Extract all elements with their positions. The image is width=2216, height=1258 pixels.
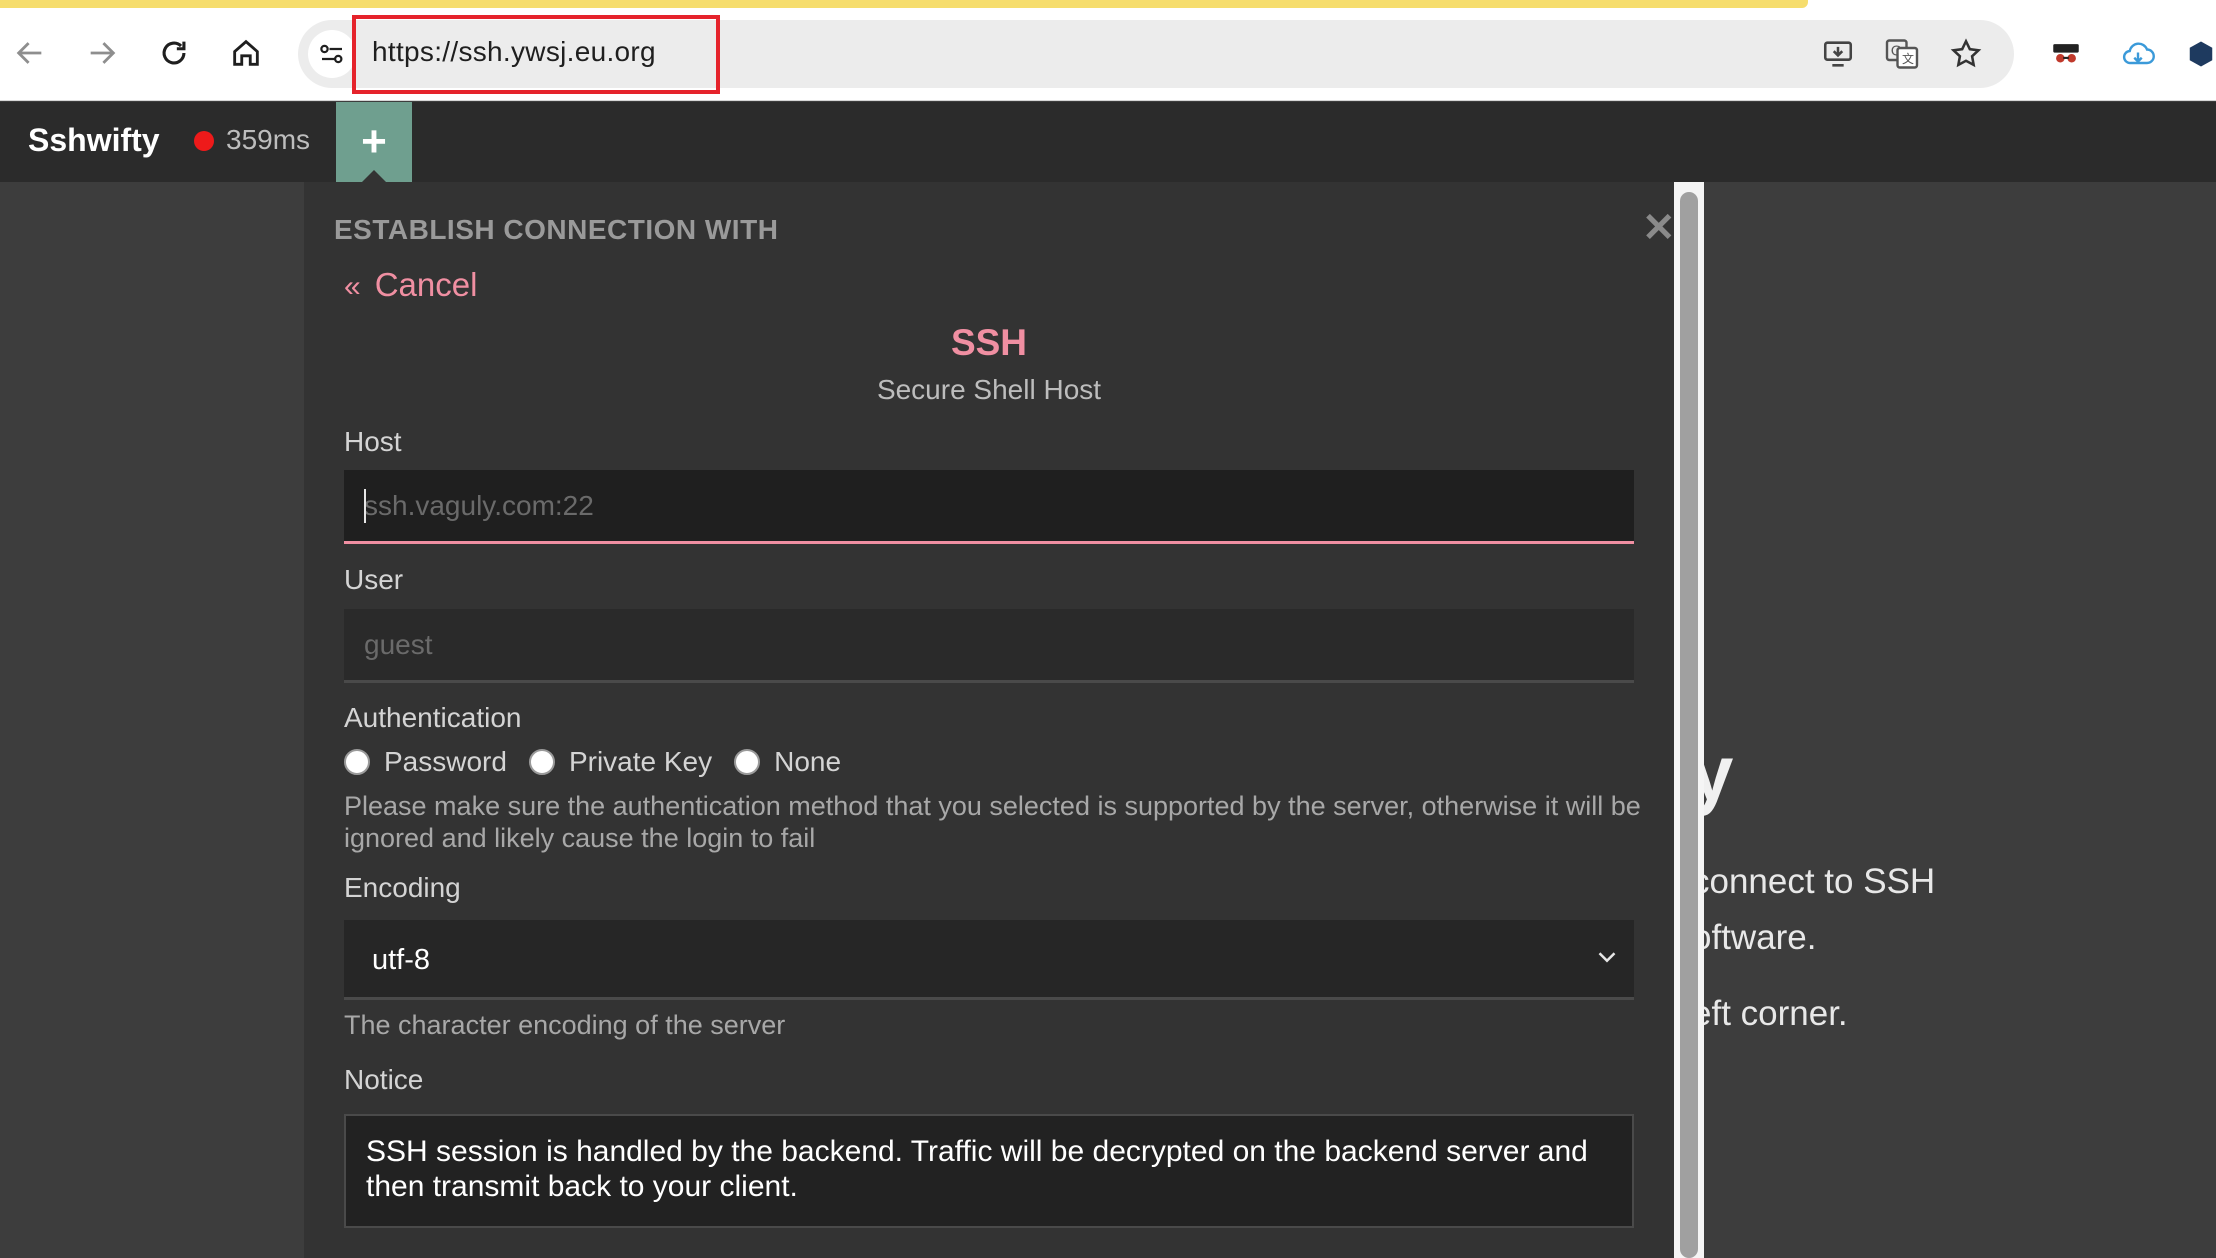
radio-label: None: [774, 746, 842, 777]
back-button[interactable]: [2, 25, 58, 81]
home-icon: [233, 39, 259, 66]
connection-status-dot: [194, 131, 214, 151]
forward-arrow-icon: [90, 42, 116, 64]
double-chevron-left-icon: «: [344, 270, 361, 303]
reload-button[interactable]: [146, 25, 202, 81]
notice-label: Notice: [344, 1064, 424, 1095]
browser-toolbar: https://ssh.ywsj.eu.org G文: [0, 0, 2216, 101]
tab-pointer: [362, 170, 386, 182]
cancel-link[interactable]: « Cancel: [344, 266, 477, 304]
bookmark-button[interactable]: [1944, 32, 1988, 76]
connection-dialog: ESTABLISH CONNECTION WITH ✕ « Cancel SSH …: [304, 182, 1674, 1258]
user-field: [344, 609, 1634, 683]
method-subtitle: Secure Shell Host: [876, 374, 1102, 405]
scrollbar-thumb[interactable]: [1680, 192, 1698, 1258]
radio-button[interactable]: [734, 749, 761, 775]
incognito-extension-icon: [2053, 44, 2079, 63]
forward-button[interactable]: [74, 25, 130, 81]
cancel-label: Cancel: [374, 266, 478, 303]
notice-text: SSH session is handled by the backend. T…: [344, 1114, 1634, 1228]
method-title: SSH: [950, 322, 1028, 363]
encoding-help-text: The character encoding of the server: [344, 1010, 786, 1040]
authentication-options: Password Private Key None: [344, 744, 863, 780]
chevron-down-icon: [1598, 952, 1616, 963]
install-app-icon: [1823, 41, 1853, 67]
radio-button[interactable]: [344, 749, 370, 775]
home-button[interactable]: [218, 25, 274, 81]
url-text[interactable]: https://ssh.ywsj.eu.org: [372, 36, 656, 68]
auth-option-private-key[interactable]: Private Key: [528, 746, 713, 778]
translate-button[interactable]: G文: [1880, 32, 1924, 76]
authentication-label: Authentication: [344, 702, 522, 733]
host-field: [344, 470, 1634, 544]
encoding-label: Encoding: [344, 872, 461, 903]
welcome-line: connect to SSH: [1692, 862, 1936, 901]
host-input[interactable]: [364, 470, 1614, 541]
back-arrow-icon: [16, 42, 42, 64]
cloud-extension-button[interactable]: [2116, 32, 2160, 76]
dialog-title: ESTABLISH CONNECTION WITH: [334, 214, 779, 245]
user-label: User: [344, 564, 404, 595]
auth-option-password[interactable]: Password: [344, 746, 507, 778]
close-icon[interactable]: ✕: [1642, 208, 1674, 248]
welcome-line: eft corner.: [1692, 994, 1848, 1033]
incognito-extension-button[interactable]: [2044, 32, 2088, 76]
cloud-extension-icon: [2122, 42, 2155, 65]
app-brand[interactable]: Sshwifty: [28, 122, 160, 159]
app-header: Sshwifty: [0, 102, 2216, 182]
page-load-strip: [0, 0, 1808, 8]
translate-icon: G文: [1885, 39, 1919, 69]
text-caret: [364, 489, 366, 523]
radio-label: Private Key: [568, 746, 713, 777]
radio-button[interactable]: [528, 749, 555, 775]
auth-option-none[interactable]: None: [734, 746, 841, 778]
site-settings-icon: [320, 44, 343, 64]
reload-icon: [162, 41, 186, 65]
welcome-line: oftware.: [1692, 918, 1817, 957]
user-input[interactable]: [364, 609, 1614, 680]
latency-readout: 359ms: [226, 124, 311, 155]
encoding-selected-value: utf-8: [372, 944, 431, 976]
host-label: Host: [344, 426, 402, 457]
authentication-help-text: Please make sure the authentication meth…: [344, 791, 1641, 853]
bookmark-star-icon: [1950, 38, 1982, 68]
install-app-button[interactable]: [1816, 32, 1860, 76]
encoding-select[interactable]: utf-8: [344, 920, 1634, 1000]
extension-icon: [2189, 41, 2213, 67]
svg-text:文: 文: [1902, 51, 1914, 66]
extension-button[interactable]: [2186, 32, 2216, 76]
site-info-button[interactable]: [308, 30, 356, 78]
radio-label: Password: [384, 746, 507, 777]
